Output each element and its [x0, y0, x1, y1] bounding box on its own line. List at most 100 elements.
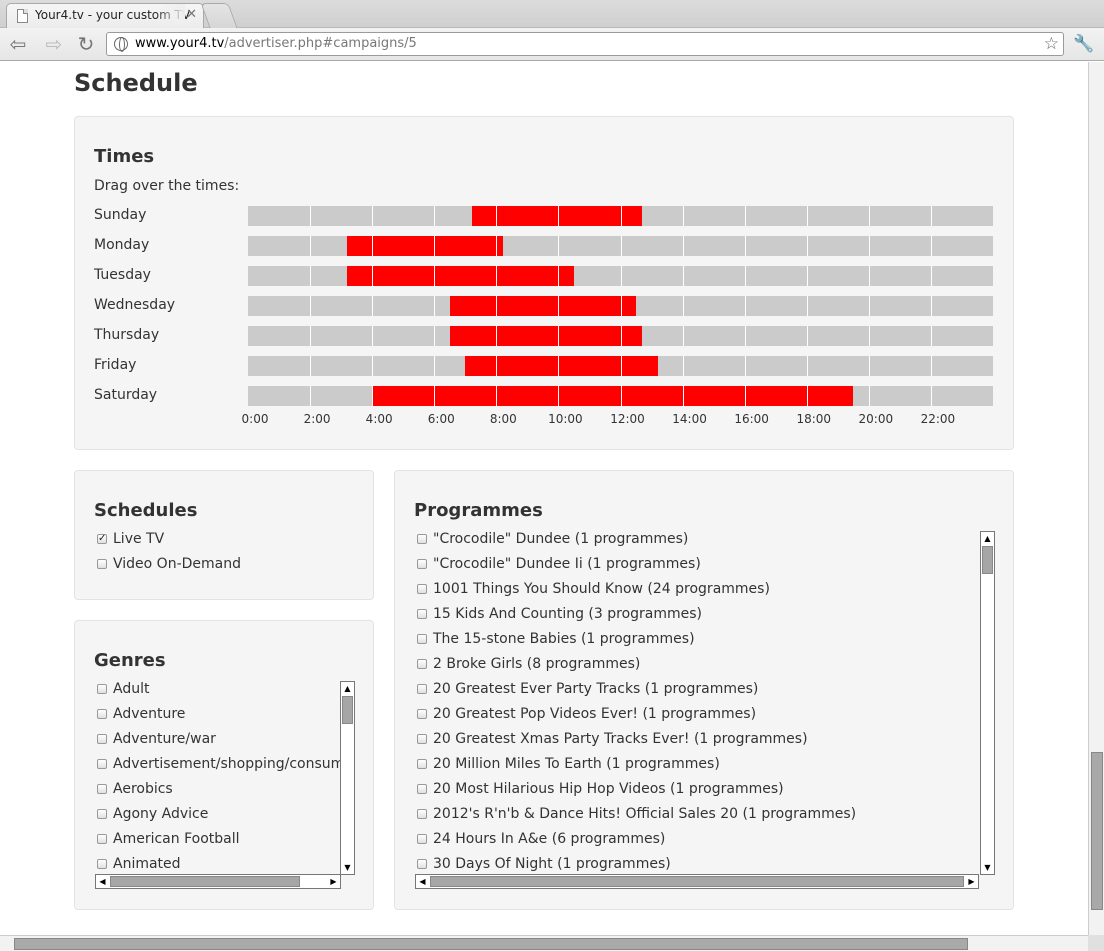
checkbox[interactable]: [417, 634, 427, 644]
checkbox[interactable]: [97, 684, 107, 694]
schedules-heading: Schedules: [94, 500, 198, 521]
scroll-left-arrow-icon[interactable]: ◀: [416, 875, 429, 888]
scroll-left-arrow-icon[interactable]: ◀: [96, 875, 109, 888]
selected-time-range[interactable]: [372, 386, 854, 406]
address-bar[interactable]: www.your4.tv/advertiser.php#campaigns/5 …: [106, 32, 1064, 56]
time-bar-thursday[interactable]: [248, 326, 993, 346]
checkbox[interactable]: [417, 809, 427, 819]
selected-time-range[interactable]: [449, 326, 643, 346]
browser-tab[interactable]: Your4.tv - your custom TV ✕: [6, 3, 204, 28]
selected-time-range[interactable]: [465, 356, 658, 376]
programmes-vertical-scrollbar[interactable]: ▲ ▼: [980, 531, 995, 875]
checkbox-label: 20 Most Hilarious Hip Hop Videos (1 prog…: [433, 781, 784, 797]
hour-divider: [868, 386, 870, 406]
hour-label: 18:00: [796, 412, 832, 426]
checkbox[interactable]: [97, 734, 107, 744]
selected-time-range[interactable]: [347, 266, 574, 286]
checkbox[interactable]: [417, 759, 427, 769]
hour-divider: [434, 296, 436, 316]
checkbox-label: 15 Kids And Counting (3 programmes): [433, 606, 703, 622]
checkbox[interactable]: [417, 834, 427, 844]
hour-divider: [806, 356, 808, 376]
scroll-thumb[interactable]: [982, 546, 993, 574]
hour-divider: [558, 326, 560, 346]
time-bar-tuesday[interactable]: [248, 266, 993, 286]
programmes-horizontal-scrollbar[interactable]: ◀ ▶: [415, 874, 979, 889]
hour-divider: [806, 206, 808, 226]
wrench-icon[interactable]: 🔧: [1073, 32, 1095, 56]
checkbox[interactable]: ✓: [97, 534, 107, 544]
checkbox[interactable]: [97, 834, 107, 844]
selected-time-range[interactable]: [347, 236, 503, 256]
hour-divider: [620, 236, 622, 256]
hour-divider: [496, 236, 498, 256]
day-label: Friday: [94, 357, 137, 373]
hour-divider: [682, 206, 684, 226]
checkbox-label: 20 Million Miles To Earth (1 programmes): [433, 756, 720, 772]
checkbox[interactable]: [417, 584, 427, 594]
checkbox[interactable]: [97, 859, 107, 869]
genres-vertical-scrollbar[interactable]: ▲ ▼: [340, 681, 355, 875]
scroll-right-arrow-icon[interactable]: ▶: [965, 875, 978, 888]
scroll-down-arrow-icon[interactable]: ▼: [341, 861, 354, 874]
scroll-thumb[interactable]: [14, 938, 968, 950]
checkbox-label: Advertisement/shopping/consumer: [113, 756, 355, 772]
hour-divider: [744, 326, 746, 346]
checkbox[interactable]: [417, 784, 427, 794]
scroll-down-arrow-icon[interactable]: ▼: [981, 861, 994, 874]
checkbox[interactable]: [97, 759, 107, 769]
checkbox[interactable]: [417, 859, 427, 869]
hour-divider: [372, 386, 374, 406]
checkbox[interactable]: [97, 784, 107, 794]
checkbox[interactable]: [417, 709, 427, 719]
selected-time-range[interactable]: [449, 296, 637, 316]
hour-divider: [682, 356, 684, 376]
time-bar-sunday[interactable]: [248, 206, 993, 226]
checkbox[interactable]: [417, 659, 427, 669]
checkbox[interactable]: [97, 809, 107, 819]
scroll-thumb[interactable]: [430, 876, 964, 887]
back-arrow-icon[interactable]: ⇦: [6, 32, 30, 56]
hour-divider: [620, 326, 622, 346]
time-bar-saturday[interactable]: [248, 386, 993, 406]
url-host: www.your4.tv: [135, 36, 225, 51]
scroll-thumb[interactable]: [342, 696, 353, 724]
window-vertical-scrollbar[interactable]: [1088, 62, 1104, 935]
forward-arrow-icon[interactable]: ⇨: [42, 32, 66, 56]
hour-divider: [744, 296, 746, 316]
checkbox-label: 20 Greatest Pop Videos Ever! (1 programm…: [433, 706, 757, 722]
bookmark-star-icon[interactable]: ☆: [1044, 33, 1059, 55]
checkbox[interactable]: [417, 684, 427, 694]
hour-label: 22:00: [920, 412, 956, 426]
checkbox[interactable]: [417, 534, 427, 544]
checkbox-label: The 15-stone Babies (1 programmes): [433, 631, 695, 647]
checkbox[interactable]: [97, 559, 107, 569]
close-tab-icon[interactable]: ✕: [186, 4, 197, 26]
scroll-right-arrow-icon[interactable]: ▶: [327, 875, 340, 888]
new-tab-button[interactable]: [200, 3, 238, 28]
reload-icon[interactable]: ↻: [74, 32, 98, 56]
checkbox[interactable]: [417, 609, 427, 619]
window-horizontal-scrollbar[interactable]: [0, 935, 1088, 951]
checkbox[interactable]: [417, 734, 427, 744]
hour-divider: [806, 296, 808, 316]
time-bar-wednesday[interactable]: [248, 296, 993, 316]
scroll-thumb[interactable]: [110, 876, 300, 887]
scroll-thumb[interactable]: [1091, 752, 1103, 910]
genres-horizontal-scrollbar[interactable]: ◀ ▶: [95, 874, 341, 889]
hour-label: 6:00: [427, 412, 455, 426]
checkbox[interactable]: [417, 559, 427, 569]
time-bar-monday[interactable]: [248, 236, 993, 256]
genres-list[interactable]: Adult Adventure Adventure/war Advertisement…: [95, 681, 355, 889]
checkbox[interactable]: [97, 709, 107, 719]
scroll-up-arrow-icon[interactable]: ▲: [981, 532, 994, 545]
hour-divider: [620, 206, 622, 226]
hour-divider: [310, 206, 312, 226]
hour-divider: [434, 206, 436, 226]
scroll-up-arrow-icon[interactable]: ▲: [341, 682, 354, 695]
programmes-list[interactable]: "Crocodile" Dundee (1 programmes) "Crocod…: [415, 531, 995, 889]
time-bar-friday[interactable]: [248, 356, 993, 376]
hour-divider: [806, 386, 808, 406]
hour-divider: [930, 356, 932, 376]
hour-divider: [558, 296, 560, 316]
